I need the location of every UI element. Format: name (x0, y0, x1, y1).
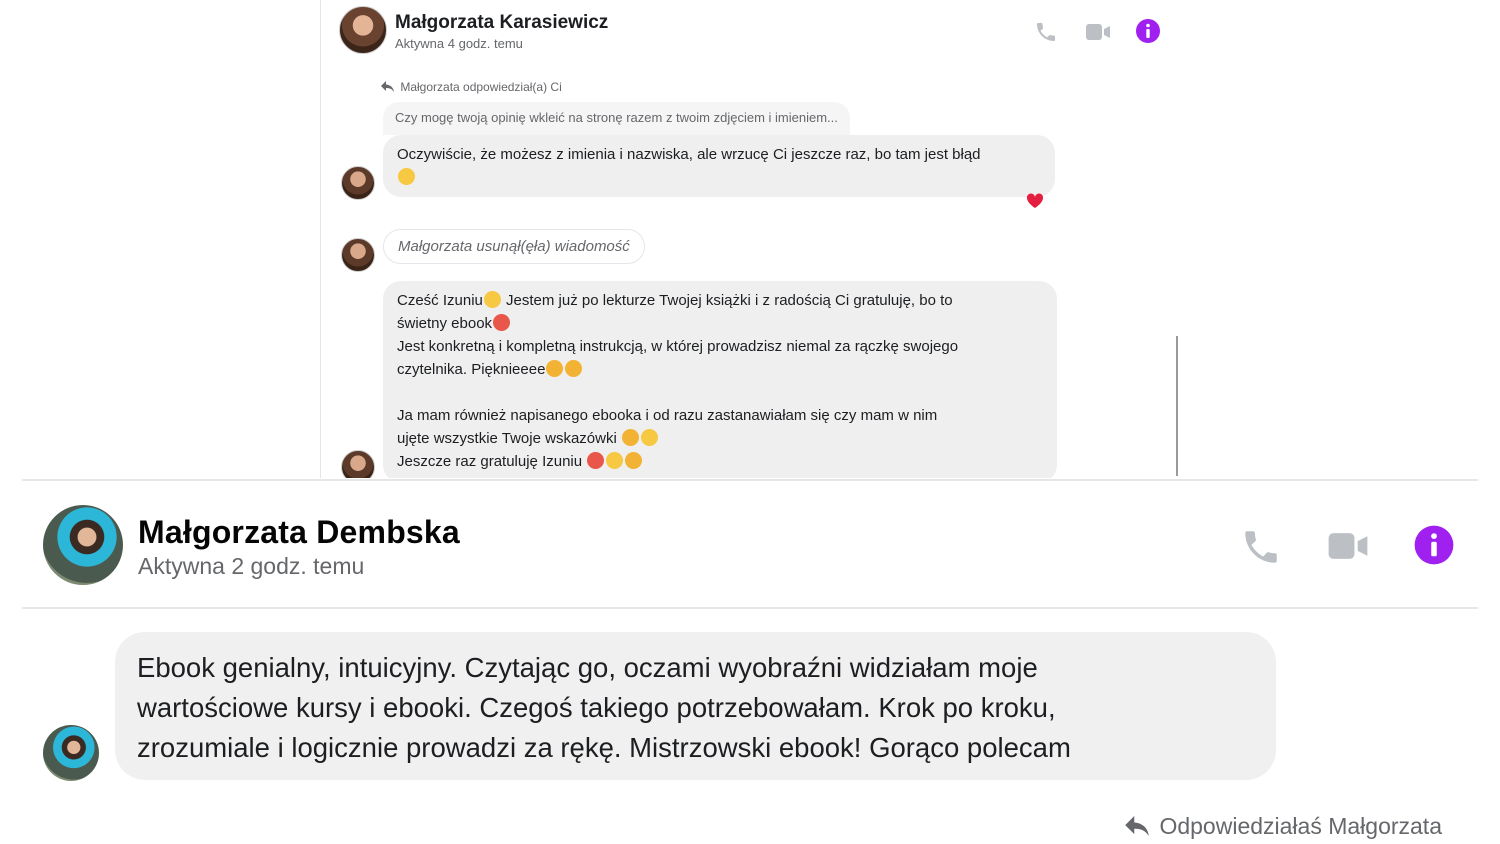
message-bubble[interactable]: Oczywiście, że możesz z imienia i nazwis… (383, 135, 1055, 197)
message-line: wartościowe kursy i ebooki. Czegoś takie… (137, 692, 1056, 723)
quoted-message[interactable]: Czy mogę twoją opinię wkleić na stronę r… (383, 102, 850, 135)
contact-status: Aktywna 4 godz. temu (395, 36, 523, 51)
message-line: zrozumiale i logicznie prowadzi za rękę.… (137, 732, 1071, 763)
party-face-emoji-icon (606, 452, 624, 469)
message-line: Cześć Izuniu (397, 292, 483, 309)
bottom-chat-header: Małgorzata Dembska Aktywna 2 godz. temu (22, 482, 1478, 608)
message-text: Oczywiście, że możesz z imienia i nazwis… (397, 146, 981, 163)
avatar[interactable] (341, 238, 375, 272)
phone-icon[interactable] (1240, 526, 1282, 568)
contact-name[interactable]: Małgorzata Karasiewicz (395, 12, 608, 34)
scrollbar[interactable] (1176, 336, 1178, 476)
heart-reaction-icon[interactable] (1026, 193, 1044, 209)
info-icon[interactable] (1413, 524, 1455, 566)
replied-indicator: Odpowiedziałaś Małgorzata (1125, 813, 1442, 840)
replied-label: Małgorzata odpowiedział(a) Ci (400, 80, 562, 94)
deleted-message: Małgorzata usunął(ęła) wiadomość (383, 229, 645, 264)
message-bubble[interactable]: Ebook genialny, intuicyjny. Czytając go,… (115, 632, 1276, 780)
phone-icon[interactable] (1034, 20, 1058, 44)
top-chat-header: Małgorzata Karasiewicz Aktywna 4 godz. t… (339, 6, 1169, 54)
message-text: Ebook genialny, intuicyjny. Czytając go,… (137, 648, 1257, 768)
monkey-emoji-icon (621, 429, 639, 446)
video-icon[interactable] (1327, 528, 1369, 564)
avatar[interactable] (43, 505, 123, 585)
reply-icon (1125, 816, 1149, 836)
divider (22, 479, 1478, 481)
replied-indicator: Małgorzata odpowiedział(a) Ci (381, 80, 562, 94)
contact-name[interactable]: Małgorzata Dembska (138, 514, 460, 551)
replied-label: Odpowiedziałaś Małgorzata (1159, 813, 1442, 839)
message-line: ujęte wszystkie Twoje wskazówki (397, 430, 621, 447)
heart-eyes-emoji-icon (587, 452, 605, 469)
avatar[interactable] (43, 725, 99, 781)
avatar[interactable] (341, 450, 375, 478)
avatar[interactable] (339, 6, 387, 54)
clap-emoji-icon (565, 360, 583, 377)
message-line: Jestem już po lekturze Twojej książki i … (501, 292, 953, 309)
smile-emoji-icon (398, 168, 415, 185)
contact-status: Aktywna 2 godz. temu (138, 553, 365, 579)
heart-eyes-emoji-icon (493, 314, 511, 331)
top-chat-window: Małgorzata Karasiewicz Aktywna 4 godz. t… (320, 0, 1181, 478)
message-line: Jeszcze raz gratuluję Izuniu (397, 453, 587, 470)
grin-emoji-icon (483, 291, 501, 308)
clap-emoji-icon (546, 360, 564, 377)
party-popper-emoji-icon (625, 452, 643, 469)
divider (22, 607, 1478, 609)
message-line: Ebook genialny, intuicyjny. Czytając go,… (137, 652, 1038, 683)
message-line: świetny ebook (397, 315, 493, 332)
message-line: czytelnika. Pięknieeee (397, 361, 546, 378)
reply-icon (381, 81, 394, 92)
video-icon[interactable] (1085, 21, 1111, 43)
laugh-emoji-icon (640, 429, 658, 446)
message-line: Ja mam również napisanego ebooka i od ra… (397, 407, 938, 424)
message-bubble[interactable]: Cześć Izuniu Jestem już po lekturze Twoj… (383, 281, 1057, 478)
avatar[interactable] (341, 166, 375, 200)
info-icon[interactable] (1135, 18, 1161, 44)
message-line: Jest konkretną i kompletną instrukcją, w… (397, 338, 959, 355)
